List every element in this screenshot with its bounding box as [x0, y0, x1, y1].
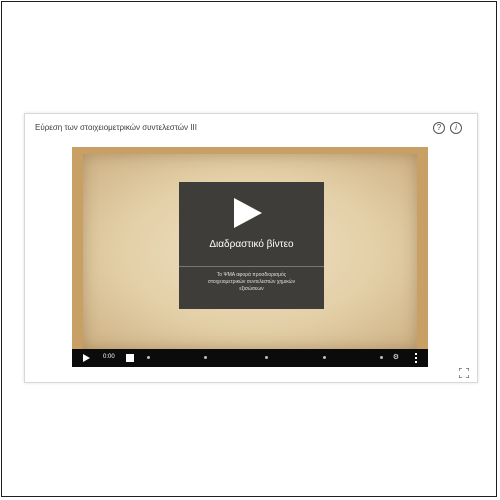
play-icon[interactable] [234, 198, 262, 228]
timeline-marker[interactable] [380, 356, 383, 359]
timeline-marker[interactable] [323, 356, 326, 359]
timeline-marker[interactable] [147, 356, 150, 359]
info-icon[interactable]: i [450, 122, 462, 134]
overlay-title: Διαδραστικό βίντεο [209, 239, 294, 250]
play-icon[interactable] [83, 354, 90, 362]
help-icon[interactable]: ? [433, 122, 445, 134]
bookmark-icon[interactable] [126, 354, 134, 362]
timeline-marker[interactable] [265, 356, 268, 359]
interactive-video-player[interactable]: Διαδραστικό βίντεο Το ΨΜΑ αφορά προσδιορ… [72, 147, 428, 367]
video-controls: 0:00 ⚙ [72, 349, 428, 367]
more-vertical-icon[interactable] [415, 353, 417, 363]
content-card: Εύρεση των στοιχειομετρικών συντελεστών … [24, 113, 478, 383]
current-time: 0:00 [103, 354, 115, 360]
timeline-marker[interactable] [204, 356, 207, 359]
overlay-divider [179, 266, 324, 267]
start-overlay[interactable]: Διαδραστικό βίντεο Το ΨΜΑ αφορά προσδιορ… [179, 182, 324, 309]
content-title: Εύρεση των στοιχειομετρικών συντελεστών … [35, 123, 197, 132]
expand-icon[interactable] [459, 368, 469, 378]
gear-icon[interactable]: ⚙ [393, 353, 399, 361]
overlay-description: Το ΨΜΑ αφορά προσδιορισμός στοιχειομετρι… [207, 272, 296, 292]
